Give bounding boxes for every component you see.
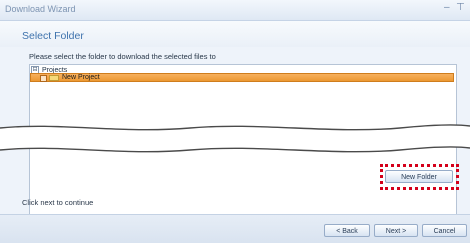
restore-icon[interactable]: ⊤ <box>456 2 465 13</box>
new-folder-button[interactable]: New Folder <box>385 170 453 183</box>
page-title: Select Folder <box>22 30 84 42</box>
tree-item-label: New Project <box>62 74 100 81</box>
screenshot-tear-divider <box>0 124 470 153</box>
tree-item-new-project[interactable]: New Project <box>30 73 454 82</box>
next-button[interactable]: Next > <box>374 224 418 237</box>
footer-hint: Click next to continue <box>22 198 94 207</box>
instruction-text: Please select the folder to download the… <box>29 52 216 61</box>
minimize-icon[interactable]: – <box>444 2 450 13</box>
window-title: Download Wizard <box>5 4 76 14</box>
folder-icon <box>49 75 59 81</box>
back-button[interactable]: < Back <box>324 224 370 237</box>
cancel-button[interactable]: Cancel <box>422 224 467 237</box>
checkbox-icon[interactable] <box>40 75 47 82</box>
title-bar: Download Wizard – ⊤ <box>0 0 470 21</box>
